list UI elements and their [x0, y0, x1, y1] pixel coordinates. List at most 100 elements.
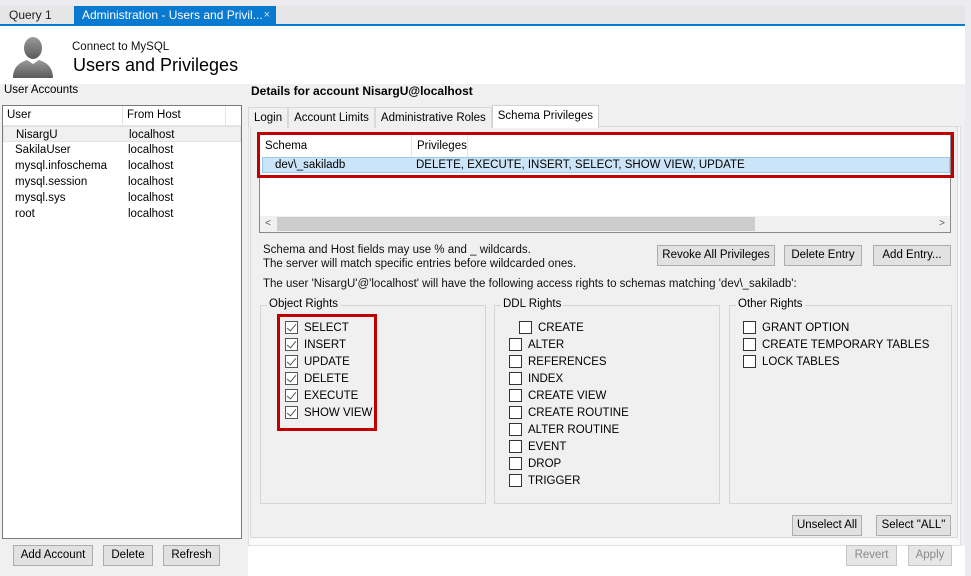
details-title: Details for account NisargU@localhost — [251, 84, 473, 98]
user-host: localhost — [128, 144, 174, 156]
checkbox-label: CREATE TEMPORARY TABLES — [762, 338, 930, 351]
page-header: Connect to MySQL Users and Privileges — [0, 26, 965, 84]
checkbox-create-view[interactable]: CREATE VIEW — [509, 387, 606, 404]
checkbox-label: CREATE ROUTINE — [528, 406, 629, 419]
highlight-box-schema-row — [257, 132, 954, 178]
checkbox-label: GRANT OPTION — [762, 321, 850, 334]
user-accounts-label: User Accounts — [4, 84, 79, 96]
column-header-from-host[interactable]: From Host — [123, 106, 226, 125]
checkbox-label: LOCK TABLES — [762, 355, 840, 368]
user-row[interactable]: mysql.session localhost — [3, 174, 241, 190]
user-accounts-list[interactable]: User From Host NisargU localhost SakilaU… — [2, 105, 242, 539]
details-tabs: Login Account Limits Administrative Role… — [248, 105, 599, 128]
checkbox-label: REFERENCES — [528, 355, 607, 368]
document-tab-bar: Query 1 Administration - Users and Privi… — [0, 0, 965, 26]
checkbox-drop[interactable]: DROP — [509, 455, 561, 472]
refresh-button[interactable]: Refresh — [163, 545, 220, 566]
header-subtitle: Connect to MySQL — [72, 41, 170, 53]
checkbox-label: DROP — [528, 457, 562, 470]
user-row[interactable]: SakilaUser localhost — [3, 142, 241, 158]
add-entry-button[interactable]: Add Entry... — [873, 245, 951, 266]
close-icon[interactable]: × — [264, 6, 270, 24]
checkbox-label: ALTER ROUTINE — [528, 423, 620, 436]
revoke-all-privileges-button[interactable]: Revoke All Privileges — [657, 245, 775, 266]
checkbox-label: CREATE VIEW — [528, 389, 607, 402]
checkbox-unchecked-icon[interactable] — [509, 457, 522, 470]
access-rights-info: The user 'NisargU'@'localhost' will have… — [263, 278, 797, 290]
checkbox-unchecked-icon[interactable] — [509, 355, 522, 368]
tab-schema-privileges[interactable]: Schema Privileges — [491, 105, 599, 128]
checkbox-event[interactable]: EVENT — [509, 438, 566, 455]
checkbox-unchecked-icon[interactable] — [509, 423, 522, 436]
checkbox-unchecked-icon[interactable] — [509, 440, 522, 453]
checkbox-index[interactable]: INDEX — [509, 370, 563, 387]
checkbox-unchecked-icon[interactable] — [509, 372, 522, 385]
user-silhouette-icon — [13, 37, 53, 78]
tab-login[interactable]: Login — [248, 107, 289, 128]
checkbox-label: INDEX — [528, 372, 564, 385]
user-host: localhost — [128, 160, 174, 172]
apply-button[interactable]: Apply — [908, 545, 952, 566]
user-row[interactable]: mysql.sys localhost — [3, 190, 241, 206]
checkbox-unchecked-icon[interactable] — [509, 474, 522, 487]
highlight-box-object-rights — [277, 314, 377, 431]
checkbox-create-routine[interactable]: CREATE ROUTINE — [509, 404, 629, 421]
checkbox-alter-routine[interactable]: ALTER ROUTINE — [509, 421, 619, 438]
user-host: localhost — [129, 129, 175, 141]
window-edge — [965, 0, 971, 576]
checkbox-alter[interactable]: ALTER — [509, 336, 564, 353]
horizontal-scrollbar[interactable]: < > — [260, 216, 950, 232]
tab-administration-users[interactable]: Administration - Users and Privil... × — [74, 6, 276, 24]
checkbox-label: ALTER — [528, 338, 565, 351]
user-name: mysql.sys — [15, 192, 66, 204]
user-name: mysql.infoschema — [15, 160, 108, 172]
checkbox-unchecked-icon[interactable] — [743, 338, 756, 351]
checkbox-label: TRIGGER — [528, 474, 581, 487]
checkbox-grant-option[interactable]: GRANT OPTION — [743, 319, 849, 336]
checkbox-create[interactable]: CREATE — [519, 319, 584, 336]
add-account-button[interactable]: Add Account — [13, 545, 93, 566]
user-host: localhost — [128, 192, 174, 204]
ddl-rights-label: DDL Rights — [501, 298, 564, 310]
delete-entry-button[interactable]: Delete Entry — [784, 245, 862, 266]
scrollbar-thumb[interactable] — [277, 217, 755, 231]
checkbox-unchecked-icon[interactable] — [743, 355, 756, 368]
object-rights-label: Object Rights — [267, 298, 341, 310]
checkbox-create-temporary-tables[interactable]: CREATE TEMPORARY TABLES — [743, 336, 929, 353]
checkbox-unchecked-icon[interactable] — [509, 406, 522, 419]
tab-label: Administration - Users and Privil... — [82, 8, 263, 22]
user-row[interactable]: root localhost — [3, 206, 241, 222]
checkbox-trigger[interactable]: TRIGGER — [509, 472, 580, 489]
scroll-left-icon[interactable]: < — [260, 216, 276, 232]
user-name: root — [15, 208, 35, 220]
revert-button[interactable]: Revert — [846, 545, 897, 566]
checkbox-unchecked-icon[interactable] — [509, 389, 522, 402]
checkbox-unchecked-icon[interactable] — [509, 338, 522, 351]
user-name: NisargU — [16, 129, 58, 141]
scroll-right-icon[interactable]: > — [934, 216, 950, 232]
delete-account-button[interactable]: Delete — [103, 545, 153, 566]
unselect-all-button[interactable]: Unselect All — [792, 515, 862, 536]
checkbox-unchecked-icon[interactable] — [519, 321, 532, 334]
wildcard-info: Schema and Host fields may use % and _ w… — [263, 244, 531, 256]
checkbox-label: EVENT — [528, 440, 567, 453]
tab-query-1[interactable]: Query 1 — [0, 6, 72, 24]
user-row[interactable]: mysql.infoschema localhost — [3, 158, 241, 174]
select-all-button[interactable]: Select "ALL" — [876, 515, 951, 536]
user-name: SakilaUser — [15, 144, 71, 156]
match-info: The server will match specific entries b… — [263, 258, 577, 270]
user-host: localhost — [128, 176, 174, 188]
page-title: Users and Privileges — [73, 55, 239, 75]
tab-account-limits[interactable]: Account Limits — [288, 107, 375, 128]
list-header: User From Host — [3, 106, 241, 126]
user-row[interactable]: NisargU localhost — [3, 126, 241, 142]
tab-administrative-roles[interactable]: Administrative Roles — [374, 107, 492, 128]
column-header-user[interactable]: User — [3, 106, 123, 125]
user-name: mysql.session — [15, 176, 88, 188]
other-rights-label: Other Rights — [736, 298, 805, 310]
checkbox-label: CREATE — [538, 321, 584, 334]
user-host: localhost — [128, 208, 174, 220]
checkbox-references[interactable]: REFERENCES — [509, 353, 607, 370]
checkbox-unchecked-icon[interactable] — [743, 321, 756, 334]
checkbox-lock-tables[interactable]: LOCK TABLES — [743, 353, 840, 370]
